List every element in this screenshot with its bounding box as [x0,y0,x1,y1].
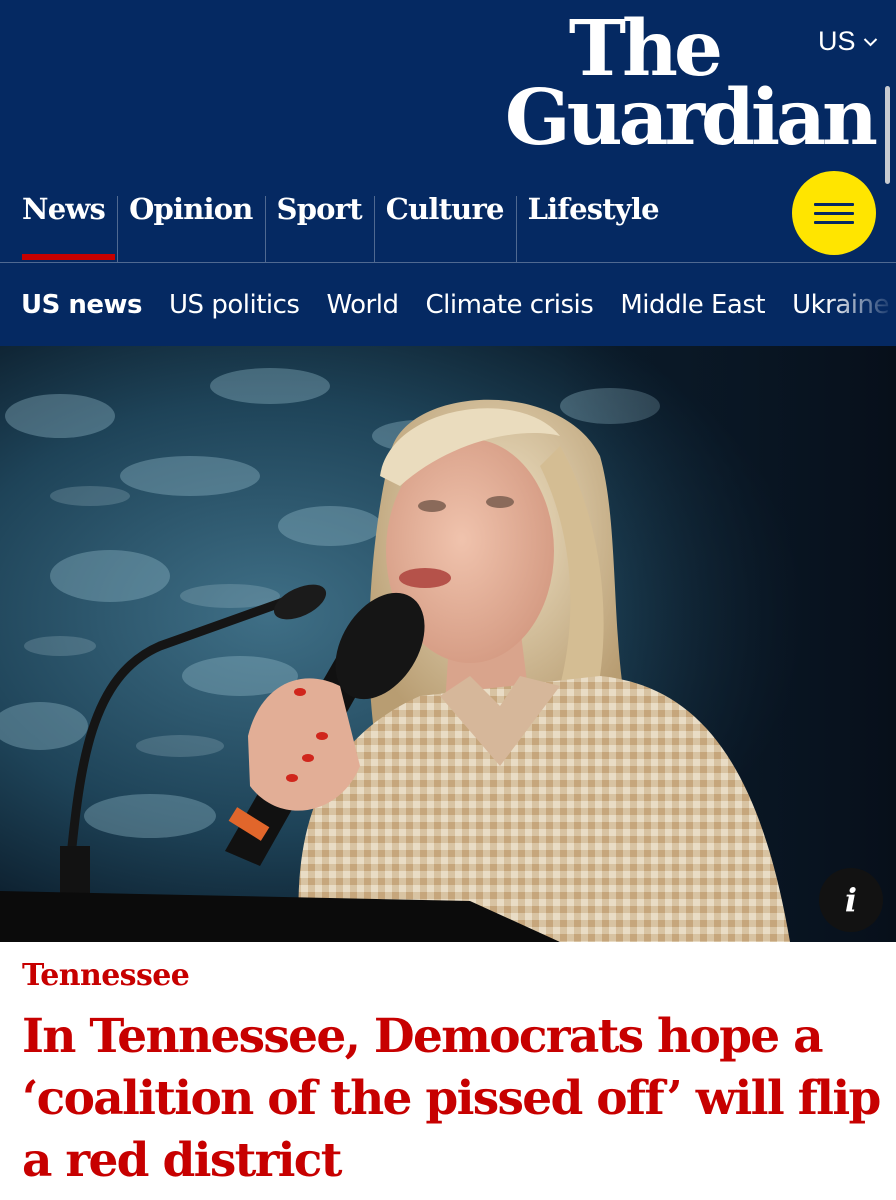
menu-button[interactable] [792,171,876,255]
subnav-fade [826,263,896,346]
logo-line-guardian: Guardian [504,73,878,163]
speaker-photo [0,346,896,942]
hamburger-line [814,220,854,224]
subnav-climate-crisis[interactable]: Climate crisis [425,290,593,320]
subnav-us-politics[interactable]: US politics [169,290,300,320]
guardian-logo[interactable]: The Guardian [504,10,878,163]
scrollbar-thumb[interactable] [885,86,890,184]
hamburger-menu-icon [814,202,854,206]
subnav-middle-east[interactable]: Middle East [620,290,765,320]
masthead: US The Guardian News Opinion Sport Cultu… [0,0,896,262]
hamburger-line [814,211,854,215]
pillar-opinion[interactable]: Opinion [117,178,264,262]
article-kicker[interactable]: Tennessee [22,958,190,993]
subnav-us-news[interactable]: US news [21,290,143,320]
pillar-nav: News Opinion Sport Culture Lifestyle [0,178,671,262]
pillar-sport[interactable]: Sport [264,178,374,262]
pillar-news[interactable]: News [0,178,117,262]
subnav-world[interactable]: World [326,290,399,320]
pillar-culture[interactable]: Culture [373,178,516,262]
hero-image: i [0,346,896,942]
info-icon[interactable]: i [819,868,883,932]
sub-navigation: US news US politics World Climate crisis… [0,262,896,346]
pillar-lifestyle[interactable]: Lifestyle [515,178,671,262]
article-headline[interactable]: In Tennessee, Democrats hope a ‘coalitio… [22,1006,882,1192]
